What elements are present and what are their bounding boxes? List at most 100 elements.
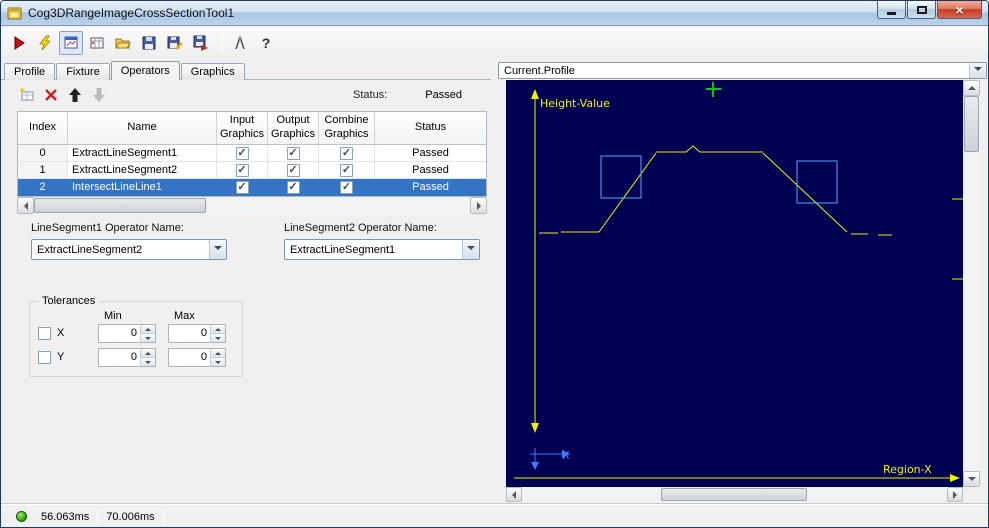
export-icon (193, 35, 208, 51)
spin-up-icon[interactable] (141, 325, 155, 334)
delete-operator-button[interactable] (41, 85, 61, 105)
scroll-right-button[interactable] (947, 487, 963, 502)
y-min-spin-buttons[interactable] (140, 349, 155, 366)
operator-toolbar (17, 85, 113, 105)
x-max-spinner[interactable]: 0 (168, 324, 226, 343)
chevron-down-icon[interactable] (462, 240, 479, 259)
profile-display[interactable]: Height-Value Region-X X (506, 80, 963, 487)
cell-output-graphics (268, 162, 319, 179)
x-label: X (57, 327, 65, 339)
scroll-down-button[interactable] (963, 471, 980, 487)
y-min-spinner[interactable]: 0 (98, 348, 156, 367)
scrollbar-thumb[interactable] (661, 488, 807, 501)
export-button[interactable] (189, 31, 213, 55)
trigger-button[interactable] (33, 31, 57, 55)
column-header-status[interactable]: Status (375, 112, 486, 145)
input-graphics-checkbox[interactable] (235, 180, 249, 194)
record-selector-value: Current.Profile (504, 64, 575, 77)
execution-time: 56.063ms (41, 510, 90, 523)
move-up-button[interactable] (65, 85, 85, 105)
save-as-button[interactable] (163, 31, 187, 55)
run-button[interactable] (7, 31, 31, 55)
linesegment1-combo[interactable]: ExtractLineSegment2 (31, 239, 227, 260)
cell-status: Passed (375, 145, 486, 162)
linesegment2-combo[interactable]: ExtractLineSegment1 (284, 239, 480, 260)
column-header-output-graphics[interactable]: Output Graphics (268, 112, 319, 145)
statusbar-separator (97, 508, 99, 525)
chevron-glyph (214, 245, 222, 254)
column-header-combine-graphics[interactable]: Combine Graphics (319, 112, 375, 145)
table-row[interactable]: 1 ExtractLineSegment2 Passed (18, 162, 486, 179)
window-icon (7, 7, 22, 20)
display-background (506, 80, 963, 487)
linesegment1-value: ExtractLineSegment2 (37, 243, 143, 256)
save-button[interactable] (137, 31, 161, 55)
tab-fixture[interactable]: Fixture (56, 63, 110, 80)
x-tolerance-checkbox[interactable] (38, 327, 51, 340)
measure-button[interactable] (228, 31, 252, 55)
save-as-icon (167, 36, 183, 50)
combine-graphics-checkbox[interactable] (340, 146, 353, 160)
tab-operators[interactable]: Operators (110, 61, 180, 80)
spin-up-icon[interactable] (211, 349, 225, 358)
record-display-toggle-button[interactable] (85, 31, 109, 55)
column-header-name[interactable]: Name (68, 112, 217, 145)
tab-graphics[interactable]: Graphics (180, 63, 245, 80)
combine-graphics-checkbox[interactable] (340, 180, 353, 194)
statusbar: 56.063ms 70.006ms (1, 503, 988, 527)
tolerances-groupbox: Tolerances Min Max X 0 0 Y 0 0 (29, 295, 243, 377)
input-graphics-checkbox[interactable] (235, 146, 249, 160)
y-max-spinner[interactable]: 0 (168, 348, 226, 367)
chevron-down-icon[interactable] (969, 63, 986, 78)
scroll-right-icon (476, 201, 485, 210)
scroll-up-button[interactable] (963, 80, 980, 96)
scrollbar-thumb[interactable] (964, 96, 979, 152)
chevron-glyph (974, 66, 982, 75)
spin-down-icon[interactable] (141, 358, 155, 366)
minimize-button[interactable] (877, 1, 906, 19)
statusbar-separator (162, 508, 164, 525)
spin-down-icon[interactable] (141, 334, 155, 342)
scroll-right-button[interactable] (470, 197, 487, 214)
input-graphics-checkbox[interactable] (235, 163, 249, 177)
chevron-down-icon[interactable] (209, 240, 226, 259)
output-graphics-checkbox[interactable] (286, 146, 300, 160)
open-button[interactable] (111, 31, 135, 55)
add-operator-button[interactable] (17, 85, 37, 105)
table-row[interactable]: 0 ExtractLineSegment1 Passed (18, 145, 486, 162)
output-graphics-checkbox[interactable] (286, 180, 300, 194)
help-button[interactable]: ? (254, 31, 278, 55)
result-graphics-toggle-button[interactable] (59, 30, 83, 55)
column-header-index[interactable]: Index (18, 112, 68, 145)
scroll-left-button[interactable] (506, 487, 522, 502)
y-tolerance-checkbox[interactable] (38, 351, 51, 364)
linesegment1-label: LineSegment1 Operator Name: (31, 222, 184, 234)
save-icon (142, 36, 156, 49)
move-down-button[interactable] (89, 85, 109, 105)
table-horizontal-scrollbar[interactable] (17, 197, 487, 214)
x-min-spinner[interactable]: 0 (98, 324, 156, 343)
spin-down-icon[interactable] (211, 334, 225, 342)
maximize-button[interactable] (907, 1, 936, 19)
titlebar[interactable]: Cog3DRangeImageCrossSectionTool1 × (1, 1, 988, 26)
close-button[interactable]: × (937, 1, 982, 19)
table-header-row: Index Name Input Graphics Output Graphic… (18, 112, 486, 145)
column-header-input-graphics[interactable]: Input Graphics (217, 112, 268, 145)
status-label: Status: (353, 89, 388, 101)
scrollbar-thumb[interactable] (34, 198, 206, 213)
x-min-spin-buttons[interactable] (140, 325, 155, 342)
caliper-icon (235, 35, 245, 49)
y-max-spin-buttons[interactable] (210, 349, 225, 366)
spin-down-icon[interactable] (211, 358, 225, 366)
output-graphics-checkbox[interactable] (286, 163, 300, 177)
x-max-spin-buttons[interactable] (210, 325, 225, 342)
record-selector-combo[interactable]: Current.Profile (498, 62, 987, 79)
spin-up-icon[interactable] (211, 325, 225, 334)
display-vertical-scrollbar[interactable] (963, 80, 980, 487)
table-row[interactable]: 2 IntersectLineLine1 Passed (18, 179, 486, 196)
scroll-left-button[interactable] (17, 197, 34, 214)
display-horizontal-scrollbar[interactable] (506, 487, 963, 502)
spin-up-icon[interactable] (141, 349, 155, 358)
tab-profile[interactable]: Profile (4, 63, 56, 80)
combine-graphics-checkbox[interactable] (340, 163, 353, 177)
